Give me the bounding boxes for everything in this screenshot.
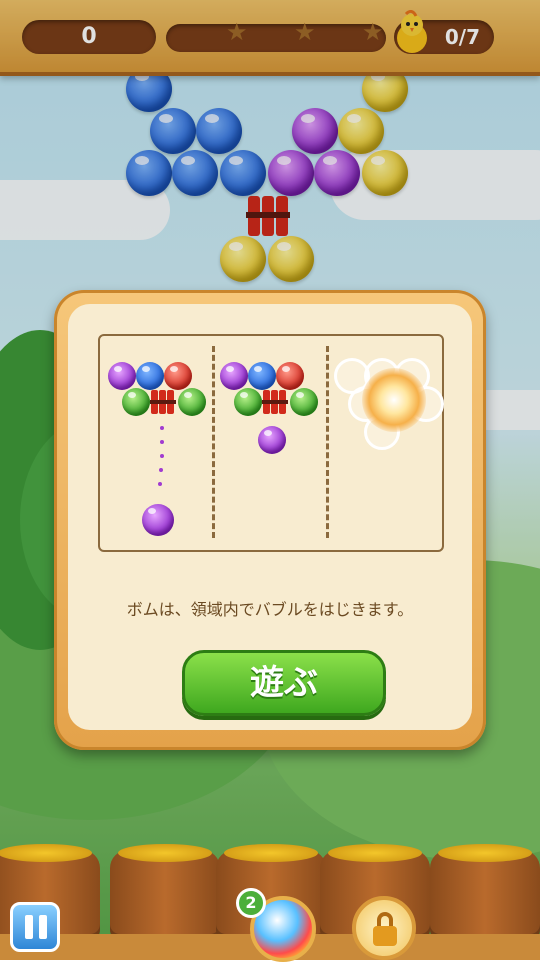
pause-button[interactable] [10,902,60,952]
bubble-purple [220,362,248,390]
tutorial-dialog: ボムは、領域内でバブルをはじきます。 遊ぶ [54,290,486,750]
bubble-purple-shot [258,426,286,454]
remaining-shots-badge: 2 [236,888,266,918]
bubble-purple [108,362,136,390]
step-divider [326,346,329,538]
dynamite-icon [262,388,288,416]
dynamite-icon [150,388,176,416]
play-button[interactable]: 遊ぶ [182,650,386,716]
explosion-effect [362,368,426,432]
locked-booster-button[interactable] [352,896,416,960]
bubble-blue [136,362,164,390]
pause-icon [25,915,33,939]
tutorial-illustration [98,334,444,552]
bubble-green [234,388,262,416]
bubble-blue [248,362,276,390]
tutorial-description: ボムは、領域内でバブルをはじきます。 [126,600,414,619]
bubble-green [290,388,318,416]
tutorial-panel: ボムは、領域内でバブルをはじきます。 遊ぶ [68,304,472,730]
bubble-green [178,388,206,416]
bubble-red [164,362,192,390]
step-divider [212,346,215,538]
bubble-green [122,388,150,416]
bubble-purple-shot [142,504,174,536]
bubble-red [276,362,304,390]
